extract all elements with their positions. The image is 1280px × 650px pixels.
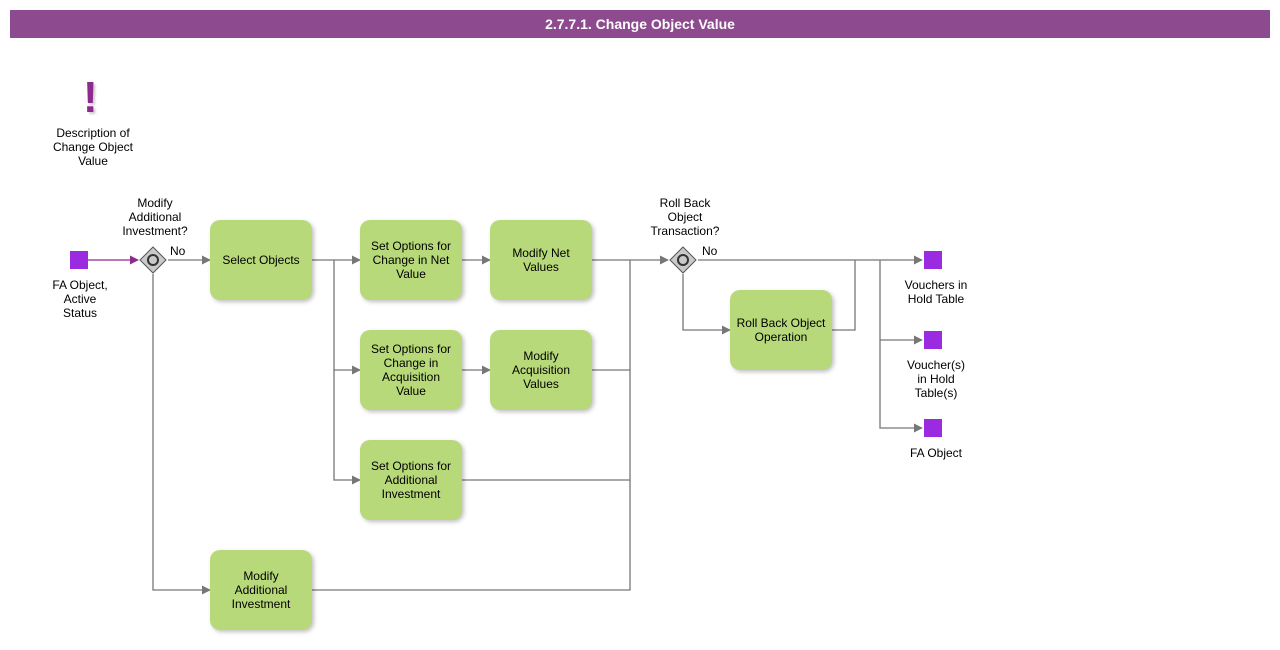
activity-label: Modify Additional Investment: [232, 569, 291, 611]
activity-modify-acq: Modify Acquisition Values: [490, 330, 592, 410]
gateway-rollback-no-label: No: [702, 244, 717, 258]
exclamation-icon: !: [83, 76, 98, 120]
page-title-bar: 2.7.7.1. Change Object Value: [10, 10, 1270, 38]
activity-set-net: Set Options for Change in Net Value: [360, 220, 462, 300]
activity-label: Select Objects: [222, 253, 299, 267]
activity-label: Set Options for Change in Net Value: [371, 239, 451, 281]
connector-layer: [10, 38, 1270, 638]
diagram-canvas: ! Description of Change Object Value FA …: [10, 38, 1270, 638]
activity-set-acq: Set Options for Change in Acquisition Va…: [360, 330, 462, 410]
end-node-fa-object: [924, 419, 942, 437]
end-label-fa-object: FA Object: [896, 446, 976, 460]
activity-rollback-op: Roll Back Object Operation: [730, 290, 832, 370]
start-node: [70, 251, 88, 269]
gateway-rollback: [669, 246, 697, 274]
annotation-caption: Description of Change Object Value: [43, 126, 143, 168]
activity-label: Set Options for Additional Investment: [371, 459, 451, 501]
gateway-rollback-question: Roll Back Object Transaction?: [640, 196, 730, 238]
gateway-modify-no-label: No: [170, 244, 185, 258]
activity-modify-addl: Modify Additional Investment: [210, 550, 312, 630]
activity-label: Set Options for Change in Acquisition Va…: [371, 342, 451, 398]
activity-label: Roll Back Object Operation: [737, 316, 826, 344]
gateway-modify-additional: [139, 246, 167, 274]
activity-select-objects: Select Objects: [210, 220, 312, 300]
activity-label: Modify Net Values: [512, 246, 569, 274]
activity-set-addl: Set Options for Additional Investment: [360, 440, 462, 520]
end-node-vouchers: [924, 251, 942, 269]
gateway-modify-question: Modify Additional Investment?: [110, 196, 200, 238]
activity-label: Modify Acquisition Values: [512, 349, 570, 391]
end-label-vouchers2: Voucher(s) in Hold Table(s): [896, 358, 976, 400]
end-label-vouchers: Vouchers in Hold Table: [896, 278, 976, 306]
activity-modify-net: Modify Net Values: [490, 220, 592, 300]
page-title: 2.7.7.1. Change Object Value: [545, 16, 735, 32]
end-node-vouchers2: [924, 331, 942, 349]
start-label: FA Object, Active Status: [44, 278, 116, 320]
